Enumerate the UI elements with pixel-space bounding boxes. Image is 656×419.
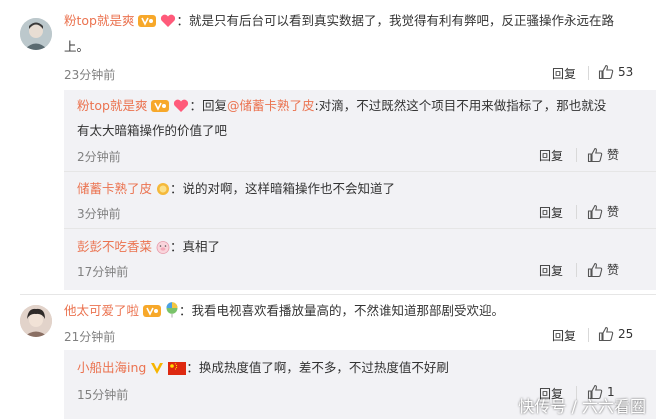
reply-username[interactable]: 彭彭不吃香菜: [77, 239, 152, 254]
like-label: 赞: [607, 205, 620, 219]
thumbs-up-icon: [598, 64, 614, 80]
like-count: 25: [618, 327, 634, 341]
reply-time: 17分钟前: [77, 265, 129, 279]
avatar-image: [20, 305, 52, 337]
like-button[interactable]: 赞: [587, 146, 619, 163]
like-count: 53: [618, 65, 634, 79]
reply-time: 2分钟前: [77, 150, 121, 164]
reply-label: 回复: [539, 149, 564, 163]
avatar[interactable]: [20, 18, 52, 50]
avatar-image: [20, 18, 52, 50]
thumbs-up-icon: [587, 147, 603, 162]
reply-prefix: ：回复: [189, 98, 227, 113]
reply-body: ：真相了: [170, 239, 221, 254]
reply-text: 彭彭不吃香菜 ：真相了: [77, 236, 220, 261]
reply-button[interactable]: 回复: [539, 147, 563, 164]
divider: [588, 66, 589, 80]
reply-username[interactable]: 储蓄卡熟了皮: [77, 181, 152, 196]
comment-body: ：我看电视喜欢看播放量高的，不然谁知道那部剧受欢迎。: [178, 303, 504, 318]
reply-button[interactable]: 回复: [539, 262, 563, 279]
like-button[interactable]: 赞: [587, 261, 619, 278]
reply-text: 粉top就是爽 ：回复@储蓄卡熟了皮:对滴，不过既然这个项目不用来做指标了，那也…: [77, 95, 606, 120]
reply-button[interactable]: 回复: [552, 65, 576, 82]
heart-badge-icon: [160, 13, 176, 35]
reply-label: 回复: [539, 264, 564, 278]
comment-item: 他太可爱了啦 ：我看电视喜欢看播放量高的，不然谁知道那部剧受欢迎。 21分钟前 …: [0, 295, 656, 350]
reply-text: 小船出海ing ：换成热度值了啊，差不多，不过热度值不好刷: [77, 357, 449, 382]
reply-time: 3分钟前: [77, 207, 121, 221]
reply-body: ：换成热度值了啊，差不多，不过热度值不好刷: [186, 360, 449, 375]
like-button[interactable]: 赞: [587, 203, 619, 220]
reply-button[interactable]: 回复: [552, 327, 576, 344]
reply-label: 回复: [552, 329, 577, 343]
thumbs-up-icon: [598, 326, 614, 342]
mention-link[interactable]: @储蓄卡熟了皮: [227, 98, 315, 113]
like-button[interactable]: 25: [598, 326, 633, 342]
divider: [576, 263, 577, 277]
divider: [576, 205, 577, 219]
flag-badge-icon: [168, 360, 187, 382]
sun-badge-icon: [156, 181, 170, 203]
reply-list: 粉top就是爽 ：回复@储蓄卡熟了皮:对滴，不过既然这个项目不用来做指标了，那也…: [64, 90, 656, 290]
pig-badge-icon: [156, 239, 170, 261]
like-button[interactable]: 53: [598, 64, 633, 80]
comment-body: ：就是只有后台可以看到真实数据了，我觉得有利有弊吧，反正骚操作永远在路: [176, 13, 614, 28]
reply-divider: [64, 171, 656, 172]
comment-username[interactable]: 他太可爱了啦: [64, 303, 139, 318]
thumbs-up-icon: [587, 204, 603, 219]
vip-badge-icon: [143, 303, 161, 325]
thumbs-up-icon: [587, 262, 603, 277]
reply-label: 回复: [552, 67, 577, 81]
reply-label: 回复: [539, 206, 564, 220]
heart-badge-icon: [173, 98, 189, 120]
comment-text: 粉top就是爽 ：就是只有后台可以看到真实数据了，我觉得有利有弊吧，反正骚操作永…: [64, 10, 614, 35]
like-label: 赞: [607, 148, 620, 162]
comment-text: 他太可爱了啦 ：我看电视喜欢看播放量高的，不然谁知道那部剧受欢迎。: [64, 300, 504, 325]
comment-username[interactable]: 粉top就是爽: [64, 13, 134, 28]
watermark: 快传号 / 六六看圈: [518, 397, 646, 416]
reply-text-cont: 有太大暗箱操作的价值了吧: [77, 123, 228, 138]
like-label: 赞: [607, 263, 620, 277]
comment-item: 粉top就是爽 ：就是只有后台可以看到真实数据了，我觉得有利有弊吧，反正骚操作永…: [0, 0, 656, 90]
vip-badge-icon: [151, 98, 170, 120]
avatar[interactable]: [20, 305, 52, 337]
balloon-badge-icon: [165, 302, 179, 325]
divider: [588, 328, 589, 342]
reply-body: ：说的对啊，这样暗箱操作也不会知道了: [170, 181, 396, 196]
vip-badge-icon: [138, 13, 157, 35]
divider: [576, 148, 577, 162]
comment-time: 21分钟前: [64, 330, 116, 344]
reply-username[interactable]: 小船出海ing: [77, 360, 146, 375]
reply-username[interactable]: 粉top就是爽: [77, 98, 147, 113]
comment-time: 23分钟前: [64, 68, 116, 82]
reply-time: 15分钟前: [77, 388, 129, 402]
comment-text-cont: 上。: [64, 39, 90, 54]
reply-button[interactable]: 回复: [539, 204, 563, 221]
reply-divider: [64, 228, 656, 229]
v-badge-icon: [150, 360, 164, 382]
reply-text: 储蓄卡熟了皮 ：说的对啊，这样暗箱操作也不会知道了: [77, 178, 395, 203]
reply-body: :对滴，不过既然这个项目不用来做指标了，那也就没: [314, 98, 607, 113]
